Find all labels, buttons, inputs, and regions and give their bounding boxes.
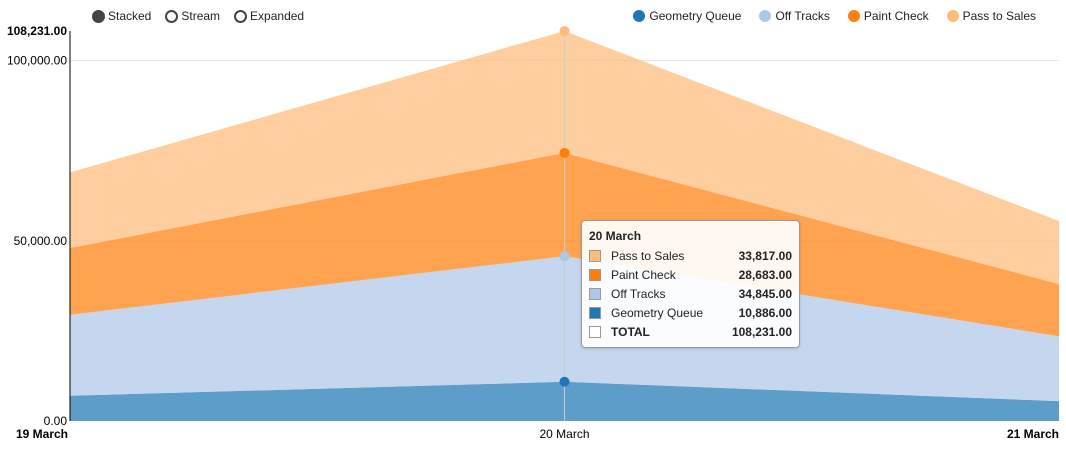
hover-point-geometry-queue [559, 376, 570, 387]
y-tick-label: 100,000.00 [7, 54, 67, 68]
tooltip-series-value: 28,683.00 [738, 267, 792, 282]
tooltip-swatch [589, 249, 601, 262]
y-tick-label: 108,231.00 [7, 24, 67, 38]
tooltip-total-label: TOTAL [611, 324, 650, 339]
tooltip-total-value: 108,231.00 [731, 324, 792, 339]
tooltip-swatch [589, 268, 601, 281]
tooltip-series-value: 34,845.00 [738, 286, 792, 301]
y-tick-label: 0.00 [44, 414, 68, 428]
tooltip-swatch [589, 306, 601, 319]
tooltip-row-pass-to-sales: Pass to Sales 33,817.00 [589, 246, 792, 265]
x-tick-label: 20 March [539, 427, 589, 441]
tooltip-series-name: Geometry Queue [611, 305, 704, 320]
tooltip-series-value: 33,817.00 [738, 248, 792, 263]
tooltip-series-value: 10,886.00 [738, 305, 792, 320]
hover-point-paint-check [559, 147, 570, 158]
tooltip-series-name: Off Tracks [611, 286, 666, 301]
x-tick-label: 21 March [1007, 427, 1059, 441]
tooltip-title: 20 March [589, 229, 642, 243]
hover-point-pass-to-sales [559, 26, 570, 36]
tooltip-swatch [589, 325, 601, 338]
tooltip-swatch [589, 287, 601, 300]
x-tick-label: 19 March [16, 427, 68, 441]
data-tooltip: 20 March Pass to Sales 33,817.00 Paint C… [581, 220, 800, 348]
tooltip-row-off-tracks: Off Tracks 34,845.00 [589, 284, 792, 303]
tooltip-row-paint-check: Paint Check 28,683.00 [589, 265, 792, 284]
tooltip-series-name: Pass to Sales [611, 248, 685, 263]
hover-point-off-tracks [559, 251, 570, 262]
tooltip-row-total: TOTAL 108,231.00 [589, 322, 792, 341]
y-tick-label: 50,000.00 [14, 234, 68, 248]
stacked-area-chart[interactable]: 0.00 50,000.00 100,000.00 108,231.00 19 Marc… [0, 0, 1066, 453]
tooltip-row-geometry-queue: Geometry Queue 10,886.00 [589, 303, 792, 322]
tooltip-series-name: Paint Check [611, 267, 676, 282]
